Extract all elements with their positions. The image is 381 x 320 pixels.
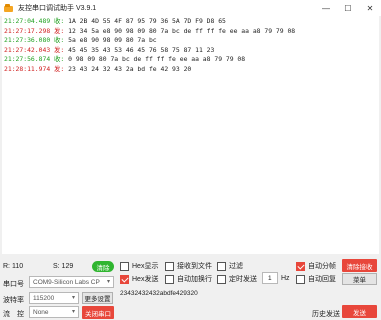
receive-log[interactable]: 21:27:04.489 收: 1A 2B 4D 55 4F 87 95 79 … [2, 16, 379, 254]
timed-send-label: 定时发送 [229, 276, 257, 283]
clear-receive-button[interactable]: 清除接收 [342, 259, 377, 272]
baud-value: 115200 [33, 294, 55, 302]
log-line: 21:27:42.043 发: 45 45 35 43 53 46 45 76 … [4, 46, 377, 56]
checkbox-box [120, 261, 129, 271]
maximize-button[interactable]: ☐ [337, 0, 359, 16]
log-timestamp: 21:27:56.874 [4, 55, 51, 63]
chevron-down-icon: ▾ [71, 295, 75, 301]
auto-split-label: 自动分帧 [308, 263, 336, 270]
log-direction: 收: [54, 36, 65, 44]
checkbox-box [296, 261, 305, 271]
log-direction: 发: [54, 45, 65, 54]
recv-to-file-label: 接收到文件 [177, 263, 212, 270]
interval-unit: Hz [281, 275, 290, 282]
hex-send-checkbox[interactable]: Hex发送 [120, 274, 158, 284]
auto-reply-label: 自动回复 [308, 276, 336, 283]
window-title: 友控串口调试助手 V3.9.1 [18, 5, 97, 12]
checkbox-box [296, 274, 305, 284]
port-select[interactable]: COM9-Silicon Labs CP ▾ [29, 276, 114, 288]
log-data: 5a e8 90 98 09 80 7a bc [68, 36, 157, 44]
checkbox-box [165, 261, 174, 271]
log-direction: 发: [54, 26, 65, 35]
hex-send-label: Hex发送 [132, 276, 159, 283]
checkbox-box [217, 261, 226, 271]
hex-display-label: Hex显示 [132, 263, 159, 270]
flow-label: 流 控 [3, 311, 24, 318]
log-data: 12 34 5a e8 90 98 09 80 7a bc de ff ff f… [68, 26, 296, 35]
auto-reply-checkbox[interactable]: 自动回复 [296, 274, 336, 284]
received-count: R: 110 [3, 263, 24, 270]
auto-split-checkbox[interactable]: 自动分帧 [296, 261, 336, 271]
send-button[interactable]: 发送 [342, 305, 377, 318]
log-timestamp: 21:27:17.298 [4, 26, 51, 35]
log-direction: 发: [54, 64, 65, 73]
chevron-down-icon: ▾ [71, 309, 75, 315]
checkbox-box [165, 274, 174, 284]
sent-count: S: 129 [53, 263, 74, 270]
port-label: 串口号 [3, 281, 24, 288]
send-input[interactable]: 23432432432abdfe429320 [118, 286, 340, 314]
interval-input[interactable]: 1 [262, 272, 278, 284]
log-line: 21:27:36.080 收: 5a e8 90 98 09 80 7a bc [4, 36, 377, 46]
recv-to-file-checkbox[interactable]: 接收到文件 [165, 261, 212, 271]
auto-newline-label: 自动加换行 [177, 276, 212, 283]
log-data: 45 45 35 43 53 46 45 76 58 75 87 11 23 [68, 45, 215, 54]
flow-value: None [33, 308, 49, 316]
timed-send-checkbox[interactable]: 定时发送 [217, 274, 257, 284]
log-line: 21:28:11.974 发: 23 43 24 32 43 2a bd fe … [4, 65, 377, 75]
chevron-down-icon: ▾ [106, 279, 110, 285]
log-timestamp: 21:27:36.080 [4, 36, 51, 44]
baud-select[interactable]: 115200 ▾ [29, 292, 79, 304]
history-send-label[interactable]: 历史发送 [312, 309, 340, 319]
filter-label: 过滤 [229, 263, 243, 270]
auto-newline-checkbox[interactable]: 自动加换行 [165, 274, 212, 284]
minimize-button[interactable]: — [315, 0, 337, 16]
log-timestamp: 21:27:04.489 [4, 17, 51, 25]
app-logo-icon [4, 4, 13, 12]
log-data: 0 98 09 80 7a bc de ff ff fe ee aa a8 79… [68, 55, 246, 63]
flow-select[interactable]: None ▾ [29, 306, 79, 318]
filter-checkbox[interactable]: 过滤 [217, 261, 243, 271]
log-line: 21:27:04.489 收: 1A 2B 4D 55 4F 87 95 79 … [4, 17, 377, 27]
log-data: 1A 2B 4D 55 4F 87 95 79 36 5A 7D F9 D8 6… [68, 17, 226, 25]
log-line: 21:27:17.298 发: 12 34 5a e8 90 98 09 80 … [4, 27, 377, 37]
checkbox-box [120, 274, 129, 284]
more-settings-button[interactable]: 更多设置 [82, 292, 113, 304]
title-bar: 友控串口调试助手 V3.9.1 — ☐ ✕ [0, 0, 381, 16]
checkbox-box [217, 274, 226, 284]
close-port-button[interactable]: 关闭串口 [82, 306, 114, 319]
menu-button[interactable]: 菜单 [342, 273, 377, 285]
log-timestamp: 21:27:42.043 [4, 45, 51, 54]
clear-count-button[interactable]: 清除 [92, 261, 114, 272]
port-value: COM9-Silicon Labs CP [33, 278, 100, 286]
log-data: 23 43 24 32 43 2a bd fe 42 93 20 [68, 64, 192, 73]
close-button[interactable]: ✕ [359, 0, 381, 16]
log-direction: 收: [54, 55, 65, 63]
hex-display-checkbox[interactable]: Hex显示 [120, 261, 158, 271]
log-timestamp: 21:28:11.974 [4, 64, 51, 73]
baud-label: 波特率 [3, 297, 24, 304]
log-direction: 收: [54, 17, 65, 25]
log-line: 21:27:56.874 收: 0 98 09 80 7a bc de ff f… [4, 55, 377, 65]
